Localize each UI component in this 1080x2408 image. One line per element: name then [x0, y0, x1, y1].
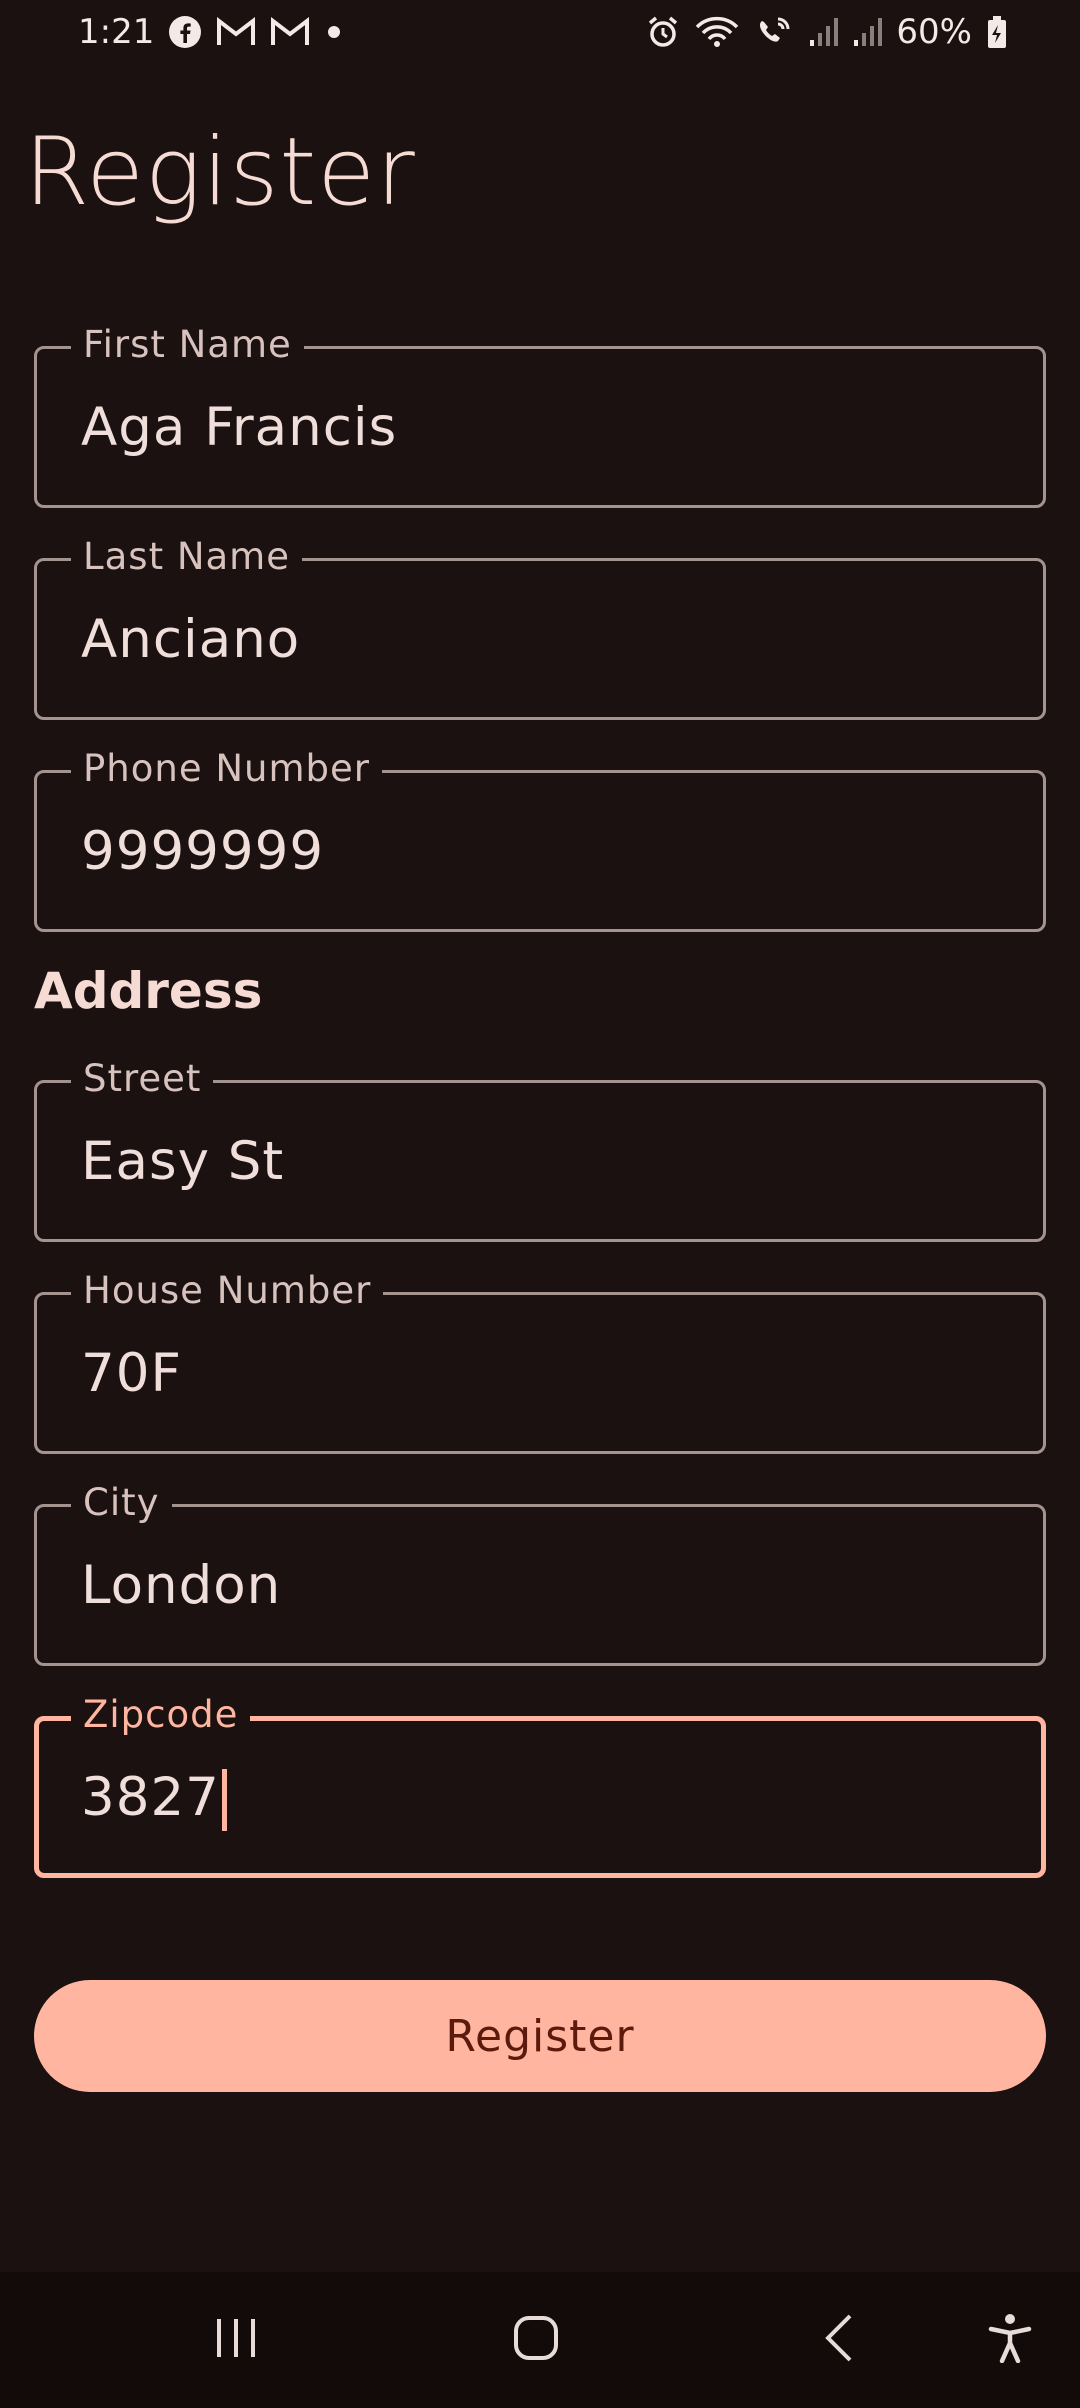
gmail-icon — [216, 17, 256, 47]
text-cursor — [221, 1769, 227, 1832]
home-icon — [512, 2314, 560, 2366]
house-number-value: 70F — [81, 1343, 182, 1404]
navigation-bar — [0, 2272, 1080, 2408]
status-bar-right: 60% — [646, 12, 1008, 52]
phone-number-field[interactable]: Phone Number 9999999 — [34, 747, 1046, 932]
recent-apps-icon — [213, 2315, 259, 2365]
city-value: London — [81, 1555, 282, 1616]
last-name-value: Anciano — [81, 609, 301, 670]
zipcode-value: 3827 — [81, 1767, 220, 1828]
first-name-label: First Name — [71, 323, 304, 366]
gmail-icon — [270, 17, 310, 47]
signal-icon — [808, 16, 839, 48]
battery-charging-icon — [986, 15, 1008, 49]
accessibility-icon — [988, 2313, 1032, 2367]
street-field[interactable]: Street Easy St — [34, 1057, 1046, 1242]
accessibility-button[interactable] — [940, 2272, 1080, 2408]
city-label: City — [71, 1481, 172, 1524]
phone-number-label: Phone Number — [71, 747, 383, 790]
zipcode-label: Zipcode — [71, 1693, 251, 1736]
zipcode-value-wrapper: 3827 — [81, 1767, 227, 1832]
zipcode-field[interactable]: Zipcode 3827 — [34, 1693, 1046, 1878]
last-name-label: Last Name — [71, 535, 302, 578]
facebook-icon — [168, 15, 202, 49]
recent-apps-button[interactable] — [166, 2272, 306, 2408]
wifi-icon — [694, 15, 740, 49]
address-heading: Address — [34, 962, 263, 1020]
alarm-icon — [646, 15, 680, 49]
wifi-calling-icon — [754, 15, 794, 49]
street-value: Easy St — [81, 1131, 285, 1192]
battery-percent: 60% — [896, 12, 972, 52]
dot-icon — [324, 22, 344, 42]
back-button[interactable] — [770, 2272, 910, 2408]
back-icon — [820, 2313, 860, 2367]
home-button[interactable] — [466, 2272, 606, 2408]
signal-icon — [852, 16, 883, 48]
status-time: 1:21 — [78, 12, 155, 52]
phone-number-value: 9999999 — [81, 821, 325, 882]
status-bar-left: 1:21 — [78, 12, 344, 52]
house-number-field[interactable]: House Number 70F — [34, 1269, 1046, 1454]
city-field[interactable]: City London — [34, 1481, 1046, 1666]
first-name-value: Aga Francis — [81, 397, 398, 458]
status-bar: 1:21 60% — [0, 0, 1080, 64]
first-name-field[interactable]: First Name Aga Francis — [34, 323, 1046, 508]
street-label: Street — [71, 1057, 214, 1100]
register-button[interactable]: Register — [34, 1980, 1046, 2092]
house-number-label: House Number — [71, 1269, 384, 1312]
last-name-field[interactable]: Last Name Anciano — [34, 535, 1046, 720]
page-title: Register — [24, 118, 416, 227]
